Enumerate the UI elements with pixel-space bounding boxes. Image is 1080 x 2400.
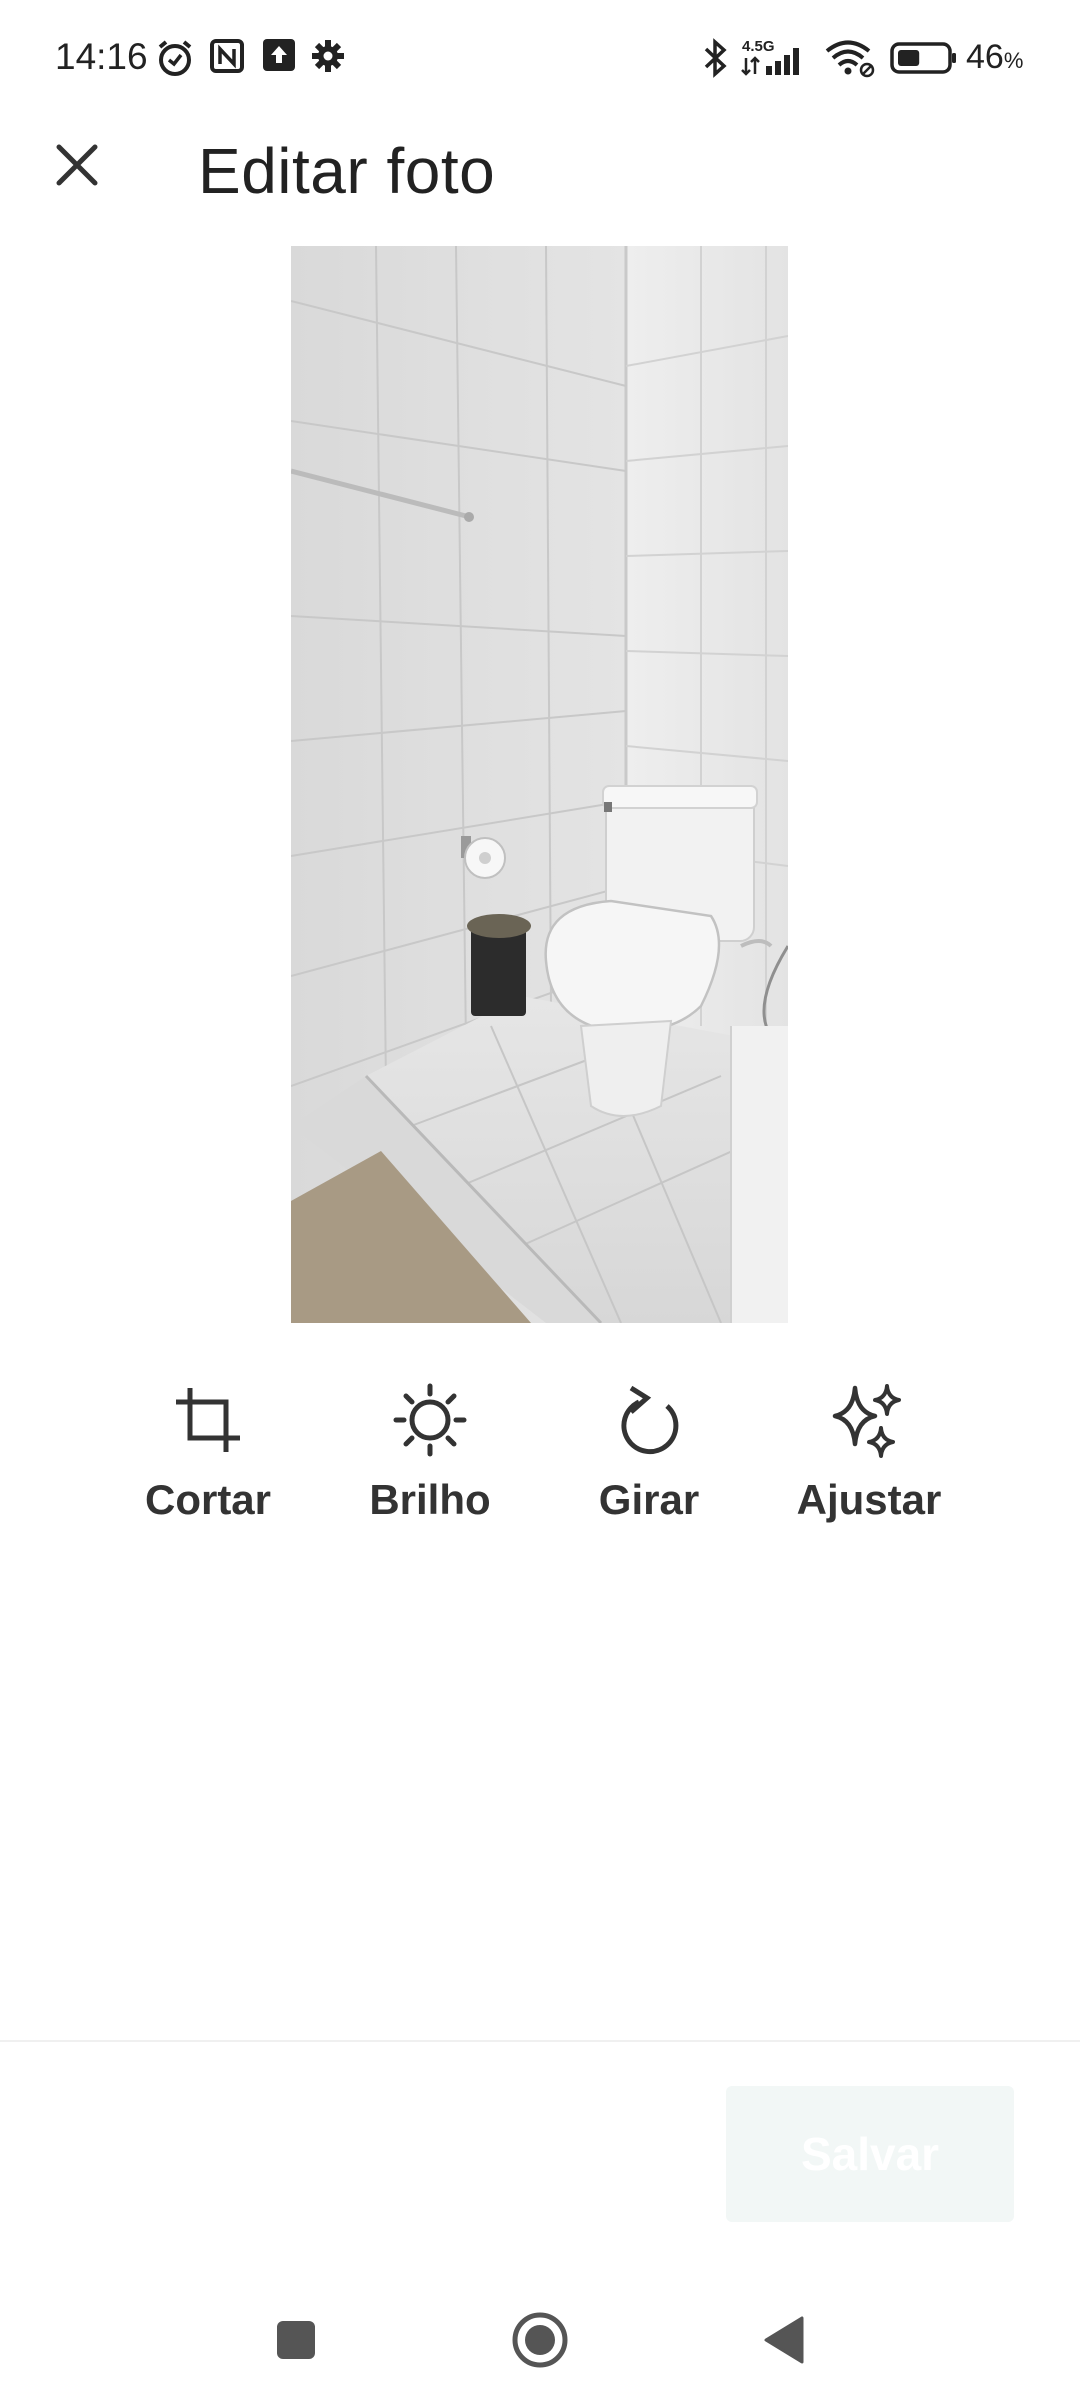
back-button[interactable] bbox=[744, 2300, 824, 2380]
save-button[interactable]: Salvar bbox=[726, 2086, 1014, 2222]
alarm-icon bbox=[155, 38, 195, 83]
rotate-icon bbox=[621, 1385, 679, 1455]
crop-icon bbox=[176, 1388, 240, 1452]
rotate-tool-label: Girar bbox=[598, 1476, 700, 1523]
crop-tool-label: Cortar bbox=[144, 1476, 272, 1523]
photo-preview[interactable] bbox=[291, 246, 788, 1323]
battery-fill bbox=[898, 50, 920, 66]
home-icon bbox=[512, 2312, 568, 2368]
signal-icon: 4.5G bbox=[740, 36, 812, 83]
upload-icon bbox=[262, 38, 296, 77]
bluetooth-icon bbox=[700, 38, 730, 83]
page-title: Editar foto bbox=[198, 135, 496, 207]
nfc-icon bbox=[209, 38, 245, 79]
sparkle-icon bbox=[832, 1384, 901, 1458]
status-time: 14:16 bbox=[55, 36, 148, 77]
bathroom-photo bbox=[291, 246, 788, 1323]
recents-icon bbox=[277, 2321, 315, 2359]
settings-icon bbox=[310, 38, 346, 79]
crop-tool-button[interactable]: Cortar bbox=[108, 1380, 308, 1550]
recents-button[interactable] bbox=[256, 2300, 336, 2380]
adjust-tool-button[interactable]: Ajustar bbox=[769, 1380, 969, 1550]
network-label: 4.5G bbox=[742, 38, 775, 55]
status-bar: 14:16 4.5G 46% bbox=[0, 0, 1080, 120]
battery-percent: 46% bbox=[966, 38, 1024, 76]
wifi-icon bbox=[824, 38, 876, 83]
close-button[interactable] bbox=[42, 130, 112, 200]
footer-divider bbox=[0, 2040, 1080, 2042]
home-button[interactable] bbox=[500, 2300, 580, 2380]
brightness-tool-button[interactable]: Brilho bbox=[330, 1380, 530, 1550]
back-icon bbox=[764, 2316, 804, 2364]
brightness-icon bbox=[393, 1383, 467, 1457]
close-icon bbox=[56, 144, 98, 186]
battery-icon bbox=[890, 42, 958, 79]
rotate-tool-button[interactable]: Girar bbox=[549, 1380, 749, 1550]
brightness-tool-label: Brilho bbox=[369, 1476, 491, 1523]
adjust-tool-label: Ajustar bbox=[796, 1476, 942, 1523]
